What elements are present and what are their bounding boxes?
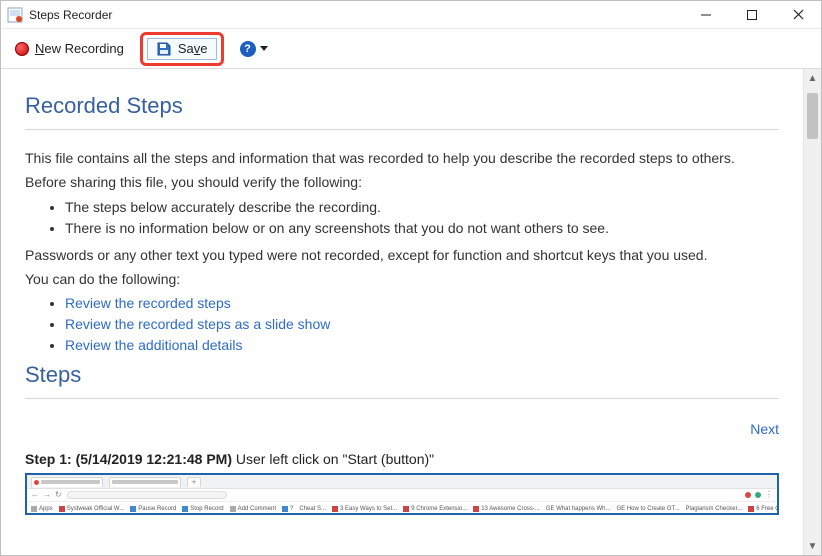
maximize-button[interactable] [729, 1, 775, 29]
scroll-thumb[interactable] [807, 93, 818, 139]
can-do-text: You can do the following: [25, 269, 779, 289]
link-review-details[interactable]: Review the additional details [65, 337, 242, 353]
minimize-button[interactable] [683, 1, 729, 29]
new-recording-label: New Recording [35, 41, 124, 56]
intro-text: This file contains all the steps and inf… [25, 148, 779, 168]
next-link[interactable]: Next [750, 421, 779, 437]
heading-recorded-steps: Recorded Steps [25, 93, 779, 119]
scroll-down-arrow[interactable]: ▼ [804, 537, 821, 555]
new-recording-button[interactable]: New Recording [7, 38, 132, 59]
step-1-label: Step 1: (5/14/2019 12:21:48 PM) [25, 451, 232, 467]
list-item: Review the recorded steps [65, 293, 779, 314]
save-button[interactable]: Save [147, 38, 217, 60]
help-button[interactable]: ? [232, 38, 276, 60]
app-icon [7, 7, 23, 23]
link-review-slideshow[interactable]: Review the recorded steps as a slide sho… [65, 316, 330, 332]
app-window: Steps Recorder New Recording [0, 0, 822, 556]
before-text: Before sharing this file, you should ver… [25, 172, 779, 192]
passwords-text: Passwords or any other text you typed we… [25, 245, 779, 265]
step-1-desc: User left click on "Start (button)" [232, 451, 434, 467]
step-nav: Next [25, 421, 779, 437]
window-title: Steps Recorder [29, 8, 112, 22]
help-icon: ? [240, 41, 256, 57]
list-item: The steps below accurately describe the … [65, 197, 779, 218]
vertical-scrollbar[interactable]: ▲ ▼ [803, 69, 821, 555]
toolbar: New Recording Save ? [1, 29, 821, 69]
list-item: Review the recorded steps as a slide sho… [65, 314, 779, 335]
action-links-list: Review the recorded steps Review the rec… [25, 293, 779, 356]
divider [25, 129, 779, 130]
verify-list: The steps below accurately describe the … [25, 197, 779, 239]
document-view: Recorded Steps This file contains all th… [1, 69, 803, 555]
step-1-caption: Step 1: (5/14/2019 12:21:48 PM) User lef… [25, 451, 779, 467]
record-icon [15, 42, 29, 56]
scroll-up-arrow[interactable]: ▲ [804, 69, 821, 87]
list-item: Review the additional details [65, 335, 779, 356]
step-1-screenshot: + ←→↻ ⋮ Apps Systweak Official W... Paus… [25, 473, 779, 515]
divider [25, 398, 779, 399]
save-icon [156, 41, 172, 57]
link-review-steps[interactable]: Review the recorded steps [65, 295, 231, 311]
heading-steps: Steps [25, 362, 779, 388]
close-button[interactable] [775, 1, 821, 29]
chevron-down-icon [260, 46, 268, 51]
save-label: Save [178, 41, 208, 56]
list-item: There is no information below or on any … [65, 218, 779, 239]
title-bar: Steps Recorder [1, 1, 821, 29]
save-button-highlight: Save [140, 32, 224, 66]
